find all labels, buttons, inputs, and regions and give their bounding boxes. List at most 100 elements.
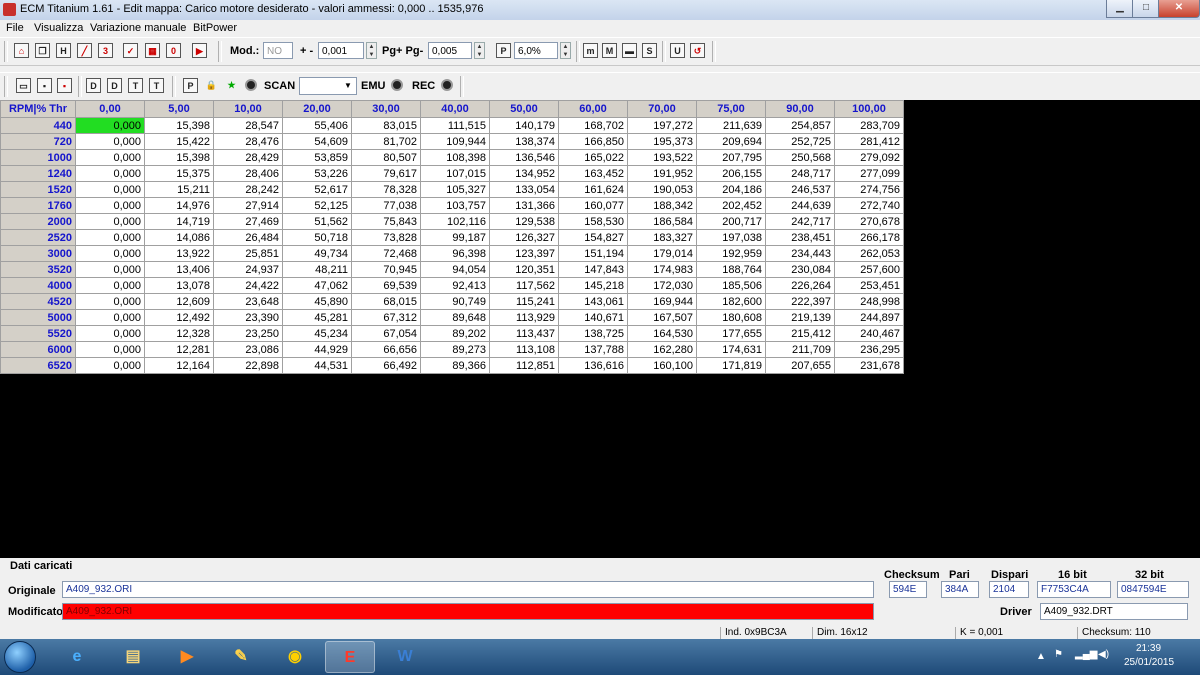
map-cell[interactable]: 45,281	[282, 309, 352, 326]
column-header[interactable]: 70,00	[627, 100, 697, 118]
column-header[interactable]: 60,00	[558, 100, 628, 118]
map-cell[interactable]: 231,678	[834, 357, 904, 374]
row-header[interactable]: 1000	[0, 149, 76, 166]
map-cell[interactable]: 105,327	[420, 181, 490, 198]
map-cell[interactable]: 48,211	[282, 261, 352, 278]
map-cell[interactable]: 28,242	[213, 181, 283, 198]
map-cell[interactable]: 22,898	[213, 357, 283, 374]
map-cell[interactable]: 0,000	[75, 341, 145, 358]
map-cell[interactable]: 147,843	[558, 261, 628, 278]
internet-explorer-icon[interactable]: e	[52, 641, 102, 673]
map-cell[interactable]: 109,944	[420, 133, 490, 150]
tray-volume-icon[interactable]: ◀)	[1098, 649, 1109, 660]
map-cell[interactable]: 79,617	[351, 165, 421, 182]
map-cell[interactable]: 23,086	[213, 341, 283, 358]
view-table-icon[interactable]: T	[128, 78, 143, 93]
map-cell[interactable]: 279,092	[834, 149, 904, 166]
map-cell[interactable]: 188,342	[627, 197, 697, 214]
column-header[interactable]: 100,00	[834, 100, 904, 118]
ecm-titanium-taskbar-icon[interactable]: E	[325, 641, 375, 673]
map-cell[interactable]: 13,078	[144, 277, 214, 294]
map-cell[interactable]: 244,639	[765, 197, 835, 214]
map-cell[interactable]: 28,429	[213, 149, 283, 166]
map-cell[interactable]: 13,406	[144, 261, 214, 278]
map-cell[interactable]: 75,843	[351, 213, 421, 230]
map-cell[interactable]: 222,397	[765, 293, 835, 310]
map-cell[interactable]: 179,014	[627, 245, 697, 262]
map-cell[interactable]: 70,945	[351, 261, 421, 278]
map-cell[interactable]: 0,000	[75, 181, 145, 198]
originale-field[interactable]: A409_932.ORI	[62, 581, 874, 598]
map-cell[interactable]: 27,914	[213, 197, 283, 214]
menu-visualizza[interactable]: Visualizza	[34, 22, 83, 34]
map-cell[interactable]: 137,788	[558, 341, 628, 358]
map-cell[interactable]: 160,100	[627, 357, 697, 374]
map-cell[interactable]: 55,406	[282, 117, 352, 134]
map-cell[interactable]: 24,937	[213, 261, 283, 278]
driver-field[interactable]: A409_932.DRT	[1040, 603, 1188, 620]
map-cell[interactable]: 240,467	[834, 325, 904, 342]
map-cell[interactable]: 0,000	[75, 309, 145, 326]
map-cell[interactable]: 113,929	[489, 309, 559, 326]
copy-icon[interactable]: ❐	[35, 43, 50, 58]
map-cell[interactable]: 102,116	[420, 213, 490, 230]
map-cell[interactable]: 67,054	[351, 325, 421, 342]
map-cell[interactable]: 248,717	[765, 165, 835, 182]
map-cell[interactable]: 230,084	[765, 261, 835, 278]
3d-view-icon[interactable]: 3	[98, 43, 113, 58]
menu-file[interactable]: File	[6, 22, 24, 34]
map-cell[interactable]: 12,328	[144, 325, 214, 342]
map-cell[interactable]: 0,000	[75, 165, 145, 182]
map-cell[interactable]: 44,929	[282, 341, 352, 358]
row-header[interactable]: 3000	[0, 245, 76, 262]
map-cell[interactable]: 254,857	[765, 117, 835, 134]
map-cell[interactable]: 211,639	[696, 117, 766, 134]
map-cell[interactable]: 89,273	[420, 341, 490, 358]
map-cell[interactable]: 172,030	[627, 277, 697, 294]
map-cell[interactable]: 78,328	[351, 181, 421, 198]
map-cell[interactable]: 197,038	[696, 229, 766, 246]
map-cell[interactable]: 15,398	[144, 149, 214, 166]
column-header[interactable]: 5,00	[144, 100, 214, 118]
map-cell[interactable]: 257,600	[834, 261, 904, 278]
map-cell[interactable]: 0,000	[75, 357, 145, 374]
view-decimal-signed-icon[interactable]: D	[107, 78, 122, 93]
map-cell[interactable]: 133,054	[489, 181, 559, 198]
map-cell[interactable]: 28,406	[213, 165, 283, 182]
map-cell[interactable]: 49,734	[282, 245, 352, 262]
map-cell[interactable]: 182,600	[696, 293, 766, 310]
map-cell[interactable]: 15,422	[144, 133, 214, 150]
map-cell[interactable]: 80,507	[351, 149, 421, 166]
map-cell[interactable]: 15,375	[144, 165, 214, 182]
pg-spinner[interactable]: ▲ ▼	[474, 42, 485, 59]
map-cell[interactable]: 274,756	[834, 181, 904, 198]
map-cell[interactable]: 69,539	[351, 277, 421, 294]
map-cell[interactable]: 0,000	[75, 261, 145, 278]
map-cell[interactable]: 52,125	[282, 197, 352, 214]
checksum-field[interactable]: 594E	[889, 581, 927, 598]
map-cell[interactable]: 53,226	[282, 165, 352, 182]
run-icon[interactable]: ★	[224, 78, 239, 93]
map-cell[interactable]: 0,000	[75, 293, 145, 310]
map-cell[interactable]: 166,850	[558, 133, 628, 150]
column-header[interactable]: 75,00	[696, 100, 766, 118]
zero-icon[interactable]: 0	[166, 43, 181, 58]
map-cell[interactable]: 211,709	[765, 341, 835, 358]
map-cell[interactable]: 206,155	[696, 165, 766, 182]
step-field[interactable]: 0,001	[318, 42, 364, 59]
map-cell[interactable]: 52,617	[282, 181, 352, 198]
row-header[interactable]: 2000	[0, 213, 76, 230]
row-header[interactable]: 2520	[0, 229, 76, 246]
row-header[interactable]: 720	[0, 133, 76, 150]
map-cell[interactable]: 25,851	[213, 245, 283, 262]
map-cell[interactable]: 14,086	[144, 229, 214, 246]
map-cell[interactable]: 92,413	[420, 277, 490, 294]
column-header[interactable]: 0,00	[75, 100, 145, 118]
map-cell[interactable]: 183,327	[627, 229, 697, 246]
column-header[interactable]: 20,00	[282, 100, 352, 118]
map-cell[interactable]: 0,000	[75, 149, 145, 166]
map-cell[interactable]: 266,178	[834, 229, 904, 246]
map-cell[interactable]: 171,819	[696, 357, 766, 374]
save-as-icon[interactable]: ▪	[57, 78, 72, 93]
map-cell[interactable]: 215,412	[765, 325, 835, 342]
